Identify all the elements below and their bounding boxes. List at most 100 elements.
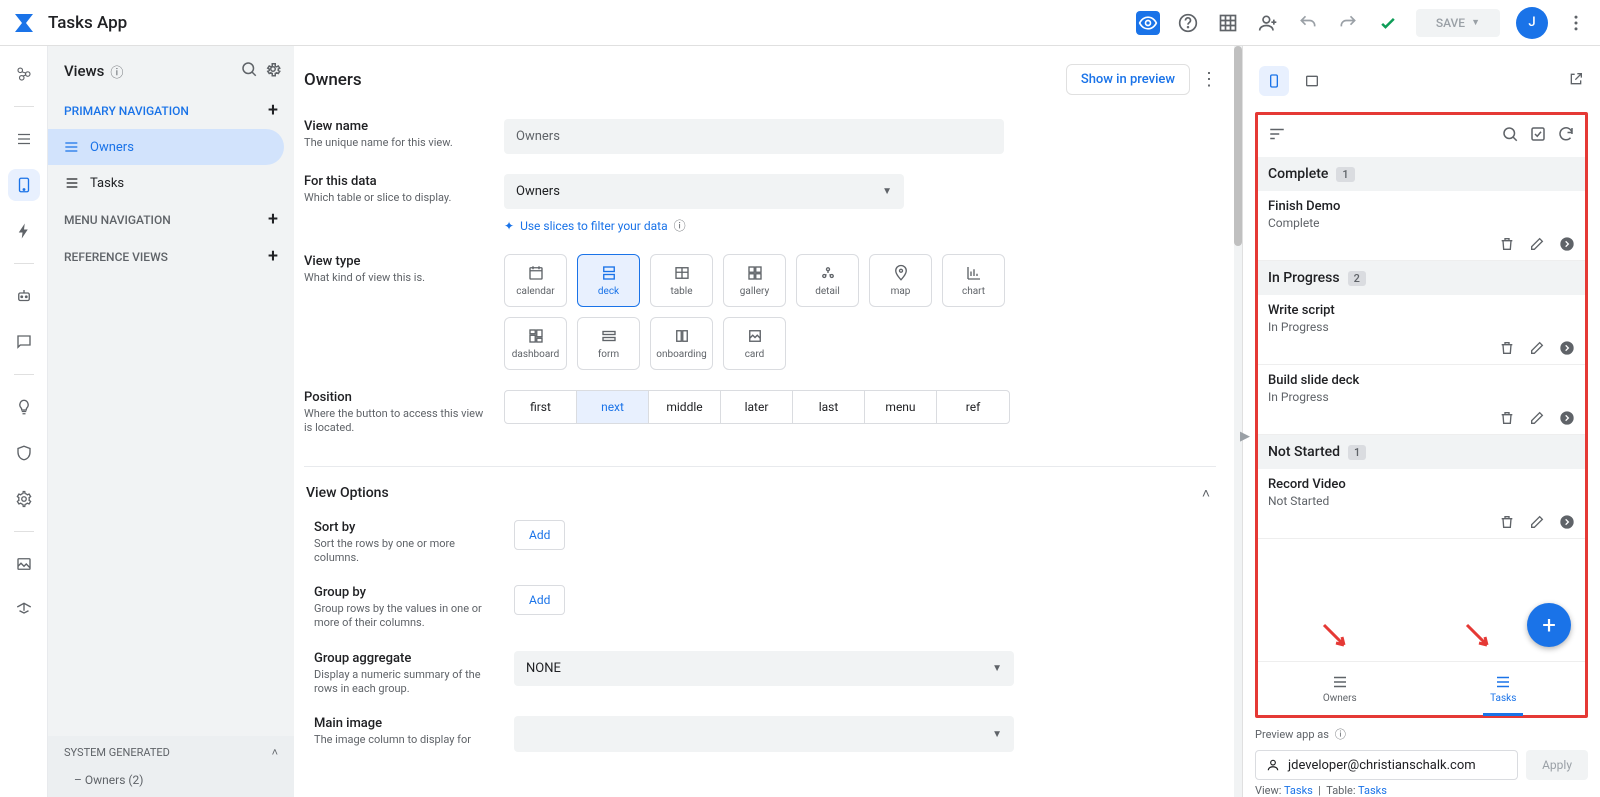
phone-search-icon[interactable]: [1501, 125, 1519, 147]
main: Views ⓘ PRIMARY NAVIGATION+ Owners Tasks…: [0, 46, 1600, 797]
edit-icon[interactable]: [1529, 236, 1545, 252]
bottom-tab-owners[interactable]: Owners: [1258, 662, 1422, 715]
fab-add[interactable]: +: [1527, 603, 1571, 647]
for-data-select[interactable]: Owners▼: [504, 174, 904, 209]
rail-bot-icon[interactable]: [8, 280, 40, 312]
vtype-calendar[interactable]: calendar: [504, 254, 567, 307]
pos-later[interactable]: later: [721, 391, 793, 423]
vtype-gallery[interactable]: gallery: [723, 254, 786, 307]
add-menu-view[interactable]: +: [268, 209, 278, 230]
chevron-right-icon[interactable]: [1559, 410, 1575, 426]
category-system[interactable]: SYSTEM GENERATED˄: [48, 736, 294, 769]
editor-more-icon[interactable]: ⋮: [1200, 69, 1218, 90]
pos-ref[interactable]: ref: [937, 391, 1009, 423]
info-icon[interactable]: ⓘ: [1335, 726, 1346, 742]
system-owners2[interactable]: – Owners (2): [48, 769, 294, 797]
nav-tasks[interactable]: Tasks: [48, 165, 294, 201]
group-agg-select[interactable]: NONE▼: [514, 651, 1014, 686]
trash-icon[interactable]: [1499, 514, 1515, 530]
rail-image-icon[interactable]: [8, 548, 40, 580]
pos-next[interactable]: next: [577, 391, 649, 423]
pos-menu[interactable]: menu: [865, 391, 937, 423]
undo-icon[interactable]: [1296, 11, 1320, 35]
rail-settings-icon[interactable]: [8, 483, 40, 515]
vtype-chart[interactable]: chart: [942, 254, 1005, 307]
rail-actions-icon[interactable]: [8, 215, 40, 247]
group-notstarted: Not Started1: [1258, 435, 1585, 469]
chevron-right-icon[interactable]: [1559, 340, 1575, 356]
add-sort-button[interactable]: Add: [514, 520, 565, 550]
pos-last[interactable]: last: [793, 391, 865, 423]
edit-icon[interactable]: [1529, 514, 1545, 530]
vtype-deck[interactable]: deck: [577, 254, 640, 307]
add-primary-view[interactable]: +: [268, 100, 278, 121]
rail-idea-icon[interactable]: [8, 391, 40, 423]
collapse-preview[interactable]: ▶: [1241, 422, 1249, 452]
search-icon[interactable]: [240, 60, 258, 82]
preview-panel: ▶ Complete1 Finish Demo Complete In Prog…: [1242, 46, 1600, 797]
vtype-dashboard[interactable]: dashboard: [504, 317, 567, 370]
add-group-button[interactable]: Add: [514, 585, 565, 615]
vtype-onboarding[interactable]: onboarding: [650, 317, 713, 370]
vtype-card[interactable]: card: [723, 317, 786, 370]
help-icon[interactable]: [1176, 11, 1200, 35]
footer-view-link[interactable]: Tasks: [1284, 784, 1313, 797]
save-button[interactable]: SAVE▼: [1416, 9, 1500, 37]
slice-hint[interactable]: ✦Use slices to filter your dataⓘ: [504, 217, 1014, 234]
vtype-map[interactable]: map: [869, 254, 932, 307]
add-ref-view[interactable]: +: [268, 246, 278, 267]
trash-icon[interactable]: [1499, 410, 1515, 426]
preview-box-icon[interactable]: [1136, 11, 1160, 35]
bottom-tab-tasks[interactable]: Tasks: [1422, 662, 1586, 715]
preview-mobile-icon[interactable]: [1259, 66, 1289, 96]
open-external-icon[interactable]: [1568, 71, 1584, 91]
view-name-input[interactable]: Owners: [504, 119, 1004, 154]
show-in-preview-button[interactable]: Show in preview: [1066, 64, 1190, 95]
redo-icon[interactable]: [1336, 11, 1360, 35]
info-icon[interactable]: ⓘ: [110, 62, 123, 81]
chevron-right-icon[interactable]: [1559, 236, 1575, 252]
list-item[interactable]: Finish Demo Complete: [1258, 191, 1585, 261]
nav-owners[interactable]: Owners: [48, 129, 284, 165]
preview-as-label: Preview app as: [1255, 728, 1329, 741]
add-user-icon[interactable]: [1256, 11, 1280, 35]
edit-icon[interactable]: [1529, 340, 1545, 356]
edit-icon[interactable]: [1529, 410, 1545, 426]
pos-middle[interactable]: middle: [649, 391, 721, 423]
pos-first[interactable]: first: [505, 391, 577, 423]
topbar: Tasks App SAVE▼ J: [0, 0, 1600, 46]
preview-user-select[interactable]: jdeveloper@christianschalk.com: [1255, 750, 1518, 780]
avatar[interactable]: J: [1516, 7, 1548, 39]
phone-bottom-nav: Owners Tasks: [1258, 661, 1585, 715]
rail-chat-icon[interactable]: [8, 326, 40, 358]
vtype-detail[interactable]: detail: [796, 254, 859, 307]
vtype-table[interactable]: table: [650, 254, 713, 307]
gear-icon[interactable]: [264, 60, 282, 82]
vtype-form[interactable]: form: [577, 317, 640, 370]
footer-table-link[interactable]: Tasks: [1358, 784, 1387, 797]
grid-view-icon[interactable]: [1216, 11, 1240, 35]
main-image-select[interactable]: ▼: [514, 716, 1014, 752]
scrollbar-thumb[interactable]: [1234, 46, 1242, 246]
sort-icon[interactable]: [1268, 125, 1286, 147]
check-icon[interactable]: [1376, 11, 1400, 35]
preview-tabs: [1255, 56, 1588, 106]
phone-refresh-icon[interactable]: [1557, 125, 1575, 147]
phone-check-icon[interactable]: [1529, 125, 1547, 147]
rail-views-icon[interactable]: [8, 169, 40, 201]
collapse-options[interactable]: ˄: [1202, 485, 1210, 502]
rail-data-icon[interactable]: [8, 123, 40, 155]
apply-button[interactable]: Apply: [1526, 750, 1588, 780]
preview-tablet-icon[interactable]: [1297, 66, 1327, 96]
trash-icon[interactable]: [1499, 236, 1515, 252]
chevron-right-icon[interactable]: [1559, 514, 1575, 530]
views-panel: Views ⓘ PRIMARY NAVIGATION+ Owners Tasks…: [48, 46, 294, 797]
list-item[interactable]: Write script In Progress: [1258, 295, 1585, 365]
list-item[interactable]: Record Video Not Started: [1258, 469, 1585, 539]
rail-deploy-icon[interactable]: [8, 594, 40, 626]
list-item[interactable]: Build slide deck In Progress: [1258, 365, 1585, 435]
rail-home-icon[interactable]: [8, 58, 40, 90]
trash-icon[interactable]: [1499, 340, 1515, 356]
more-icon[interactable]: [1564, 11, 1588, 35]
rail-security-icon[interactable]: [8, 437, 40, 469]
